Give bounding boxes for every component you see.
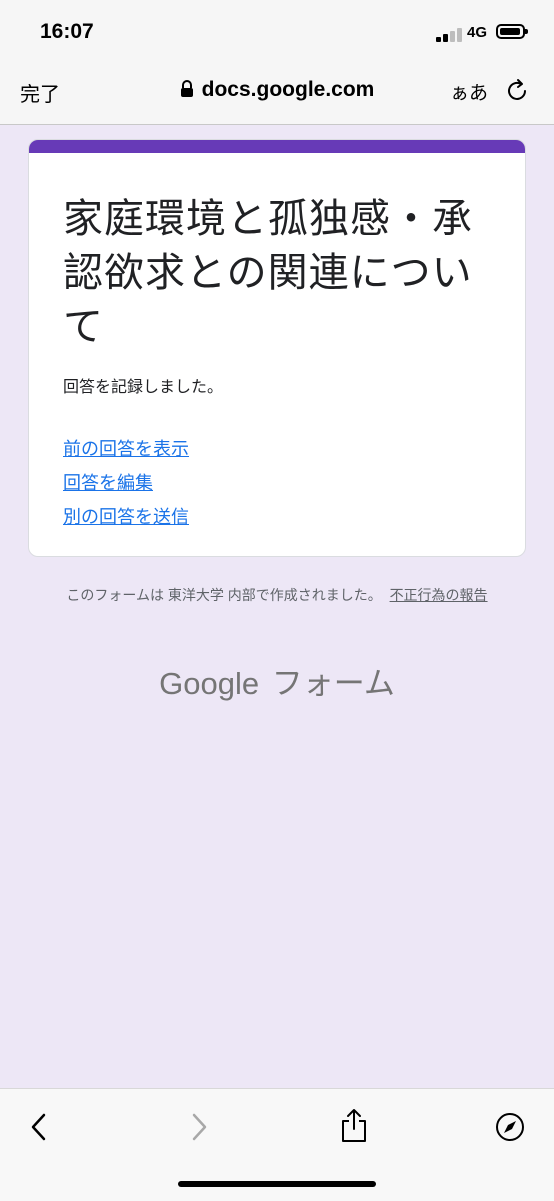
back-icon[interactable]: [24, 1111, 54, 1143]
confirmation-message: 回答を記録しました。: [63, 379, 224, 396]
report-abuse-link[interactable]: 不正行為の報告: [390, 587, 488, 603]
google-forms-logo[interactable]: Google フォーム: [0, 658, 554, 703]
card-accent-bar: [29, 140, 525, 153]
edit-response-link[interactable]: 回答を編集: [63, 466, 189, 500]
form-footer-note: このフォームは 東洋大学 内部で作成されました。 不正行為の報告: [40, 582, 514, 608]
compass-icon[interactable]: [494, 1111, 524, 1143]
brand-google: Google: [159, 666, 260, 701]
submit-another-response-link[interactable]: 別の回答を送信: [63, 500, 189, 534]
home-indicator: [178, 1181, 376, 1187]
text-size-button[interactable]: ぁあ: [450, 78, 488, 105]
reload-icon[interactable]: [506, 78, 530, 104]
form-title: 家庭環境と孤独感・承認欲求との関連について: [63, 197, 473, 349]
brand-forms: フォーム: [271, 666, 395, 701]
forward-icon[interactable]: [184, 1111, 214, 1143]
view-previous-response-link[interactable]: 前の回答を表示: [63, 432, 189, 466]
status-time: 16:07: [40, 20, 94, 43]
network-label: 4G: [467, 24, 488, 41]
url-text: docs.google.com: [201, 78, 375, 101]
lock-icon: [180, 80, 194, 104]
status-bar: 16:07 4G: [0, 0, 554, 62]
response-links: 前の回答を表示 回答を編集 別の回答を送信: [63, 432, 189, 534]
battery-icon: [496, 24, 528, 39]
form-card: 家庭環境と孤独感・承認欲求との関連について 回答を記録しました。 前の回答を表示…: [28, 139, 526, 557]
signal-icon: [436, 26, 464, 42]
share-icon[interactable]: [339, 1107, 369, 1143]
footer-note-text: このフォームは 東洋大学 内部で作成されました。: [66, 587, 382, 603]
browser-url-bar: 完了 docs.google.com ぁあ: [0, 62, 554, 125]
